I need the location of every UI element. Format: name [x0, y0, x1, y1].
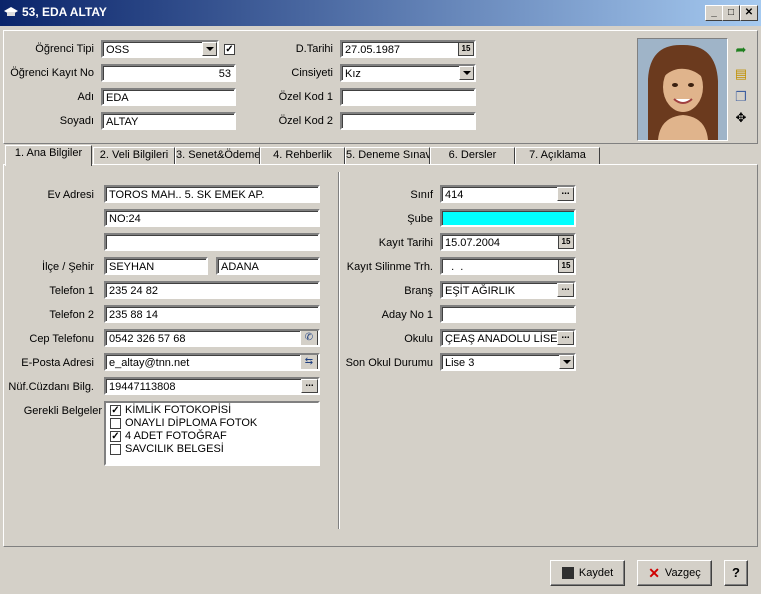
- telefon1-field[interactable]: 235 24 82: [104, 281, 320, 299]
- ellipsis-icon[interactable]: ...: [301, 379, 318, 393]
- belge-label-kimlik: KİMLİK FOTOKOPİSİ: [125, 404, 232, 416]
- sinif-label: Sınıf: [410, 189, 433, 201]
- belge-checkbox-fotograf[interactable]: ✓: [110, 431, 121, 442]
- ev-adresi-line1[interactable]: TOROS MAH.. 5. SK EMEK AP.: [104, 185, 320, 203]
- brans-label: Branş: [404, 285, 433, 297]
- ilce-field[interactable]: SEYHAN: [104, 257, 208, 275]
- tab-deneme-sinav[interactable]: 5. Deneme Sınav: [345, 147, 430, 164]
- close-button[interactable]: ✕: [740, 5, 758, 21]
- soyadi-field[interactable]: ALTAY: [101, 112, 236, 130]
- tab-aciklama[interactable]: 7. Açıklama: [515, 147, 600, 164]
- kayit-silinme-label: Kayıt Silinme Trh.: [346, 261, 433, 273]
- ozel-kod2-label: Özel Kod 2: [278, 115, 333, 127]
- student-photo: [637, 38, 728, 141]
- tab-veli-bilgileri[interactable]: 2. Veli Bilgileri: [93, 147, 175, 164]
- ozel-kod2-field[interactable]: [340, 112, 476, 130]
- brans-field[interactable]: EŞİT AĞIRLIK...: [440, 281, 576, 299]
- maximize-button[interactable]: □: [722, 5, 740, 21]
- dtarihi-label: D.Tarihi: [295, 43, 333, 55]
- help-icon: ?: [732, 565, 740, 580]
- cep-label: Cep Telefonu: [29, 333, 94, 345]
- ev-adresi-label: Ev Adresi: [47, 189, 94, 201]
- eposta-label: E-Posta Adresi: [21, 357, 94, 369]
- kayit-no-field[interactable]: 53: [101, 64, 236, 82]
- ellipsis-icon[interactable]: ...: [557, 331, 574, 345]
- telefon1-label: Telefon 1: [49, 285, 94, 297]
- ogrenci-tipi-select[interactable]: OSS: [101, 40, 219, 58]
- vazgec-label: Vazgeç: [664, 567, 701, 579]
- tab-senet-odeme[interactable]: 3. Senet&Ödeme: [175, 147, 260, 164]
- ogrenci-tipi-checkbox[interactable]: ✓: [224, 44, 235, 55]
- nufus-field[interactable]: 19447113808...: [104, 377, 320, 395]
- aday-no-label: Aday No 1: [381, 309, 433, 321]
- adi-label: Adı: [77, 91, 94, 103]
- belgeler-list[interactable]: ✓ KİMLİK FOTOKOPİSİ ONAYLI DİPLOMA FOTOK…: [104, 401, 320, 466]
- paste-icon[interactable]: ▤: [733, 66, 749, 82]
- help-button[interactable]: ?: [724, 560, 748, 586]
- ozel-kod1-label: Özel Kod 1: [278, 91, 333, 103]
- okulu-field[interactable]: ÇEAŞ ANADOLU LİSESİ...: [440, 329, 576, 347]
- eposta-field[interactable]: e_altay@tnn.net ⇆: [104, 353, 320, 371]
- move-icon[interactable]: ✥: [733, 110, 749, 126]
- ilce-sehir-label: İlçe / Şehir: [42, 261, 94, 273]
- cancel-icon: ✕: [648, 565, 660, 582]
- ev-adresi-line3[interactable]: [104, 233, 320, 251]
- ozel-kod1-field[interactable]: [340, 88, 476, 106]
- belge-label-diploma: ONAYLI DİPLOMA FOTOK: [125, 417, 258, 429]
- belge-checkbox-diploma[interactable]: [110, 418, 121, 429]
- cinsiyeti-select[interactable]: Kız: [340, 64, 476, 82]
- soyadi-label: Soyadı: [59, 115, 94, 127]
- calendar-icon[interactable]: 15: [558, 235, 574, 249]
- ellipsis-icon[interactable]: ...: [557, 283, 574, 297]
- adi-field[interactable]: EDA: [101, 88, 236, 106]
- belge-label-fotograf: 4 ADET FOTOĞRAF: [125, 430, 227, 442]
- son-okul-select[interactable]: Lise 3: [440, 353, 576, 371]
- sube-field[interactable]: [440, 209, 576, 227]
- calendar-icon[interactable]: 15: [458, 42, 474, 56]
- save-icon: [561, 567, 574, 580]
- belgeler-label: Gerekli Belgeler: [23, 405, 102, 417]
- kayit-no-label: Öğrenci Kayıt No: [10, 67, 94, 79]
- aday-no-field[interactable]: [440, 305, 576, 323]
- divider: [338, 172, 340, 529]
- tab-dersler[interactable]: 6. Dersler: [430, 147, 515, 164]
- copy-icon[interactable]: ❐: [733, 89, 749, 105]
- ogrenci-tipi-label: Öğrenci Tipi: [35, 43, 94, 55]
- dtarihi-field[interactable]: 27.05.1987 15: [340, 40, 476, 58]
- ellipsis-icon[interactable]: ...: [557, 187, 574, 201]
- sehir-field[interactable]: ADANA: [216, 257, 320, 275]
- tab-rehberlik[interactable]: 4. Rehberlik: [260, 147, 345, 164]
- kaydet-label: Kaydet: [578, 567, 614, 579]
- sinif-field[interactable]: 414...: [440, 185, 576, 203]
- email-icon[interactable]: ⇆: [300, 355, 318, 369]
- app-icon: [4, 7, 18, 16]
- kayit-tarihi-field[interactable]: 15.07.2004 15: [440, 233, 576, 251]
- cep-field[interactable]: 0542 326 57 68 ✆: [104, 329, 320, 347]
- vazgec-button[interactable]: ✕ Vazgeç: [637, 560, 712, 586]
- kaydet-button[interactable]: Kaydet: [550, 560, 625, 586]
- nufus-label: Nüf.Cüzdanı Bilg.: [8, 381, 94, 393]
- ev-adresi-line2[interactable]: NO:24: [104, 209, 320, 227]
- tab-ana-bilgiler[interactable]: 1. Ana Bilgiler: [5, 145, 92, 166]
- cinsiyeti-label: Cinsiyeti: [291, 67, 333, 79]
- okulu-label: Okulu: [404, 333, 433, 345]
- sube-label: Şube: [407, 213, 433, 225]
- kayit-tarihi-label: Kayıt Tarihi: [378, 237, 433, 249]
- belge-checkbox-kimlik[interactable]: ✓: [110, 405, 121, 416]
- telefon2-label: Telefon 2: [49, 309, 94, 321]
- calendar-icon[interactable]: 15: [558, 259, 574, 273]
- belge-checkbox-savcilik[interactable]: [110, 444, 121, 455]
- open-folder-icon[interactable]: ➦: [733, 42, 749, 58]
- chevron-down-icon[interactable]: [202, 42, 217, 56]
- chevron-down-icon[interactable]: [459, 66, 474, 80]
- telefon2-field[interactable]: 235 88 14: [104, 305, 320, 323]
- window-title: 53, EDA ALTAY: [22, 5, 107, 19]
- chevron-down-icon[interactable]: [559, 355, 574, 369]
- son-okul-label: Son Okul Durumu: [345, 357, 433, 369]
- phone-icon[interactable]: ✆: [300, 331, 318, 345]
- kayit-silinme-field[interactable]: . . 15: [440, 257, 576, 275]
- belge-label-savcilik: SAVCILIK BELGESİ: [125, 443, 224, 455]
- minimize-button[interactable]: _: [705, 5, 723, 21]
- title-bar[interactable]: 53, EDA ALTAY _ □ ✕: [0, 0, 761, 26]
